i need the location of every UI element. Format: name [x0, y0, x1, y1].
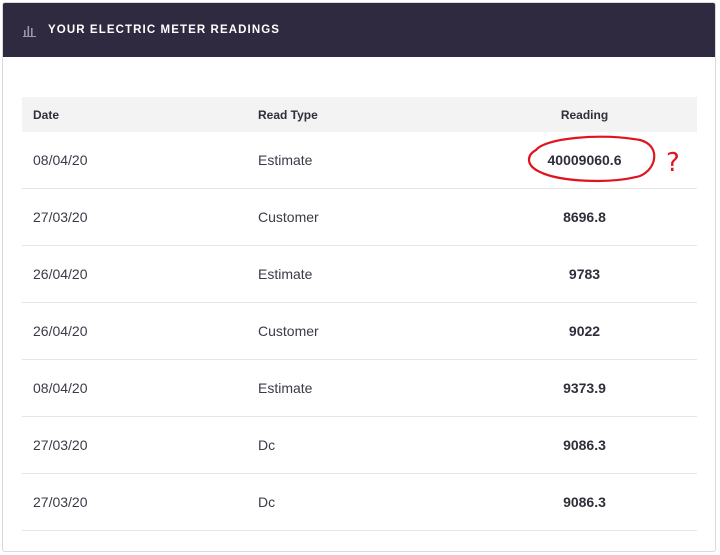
panel-title: YOUR ELECTRIC METER READINGS: [48, 24, 281, 36]
table-header: Date Read Type Reading: [22, 97, 697, 132]
cell-read-type: Estimate: [258, 266, 313, 282]
cell-read-type: Customer: [258, 323, 319, 339]
cell-date: 27/03/20: [33, 494, 88, 510]
table-row: 08/04/20 Estimate 40009060.6: [22, 132, 697, 189]
meter-readings-panel: YOUR ELECTRIC METER READINGS Date Read T…: [2, 2, 716, 552]
cell-reading: 40009060.6: [547, 152, 622, 168]
column-header-read-type: Read Type: [258, 107, 318, 122]
cell-date: 26/04/20: [33, 323, 88, 339]
cell-reading: 8696.8: [563, 209, 606, 225]
cell-reading: 9086.3: [563, 494, 606, 510]
table-row: 27/03/20 Dc 9086.3: [22, 474, 697, 531]
table-row: 27/03/20 Dc 9086.3: [22, 417, 697, 474]
column-header-date: Date: [33, 107, 60, 122]
cell-read-type: Customer: [258, 209, 319, 225]
table-row: 26/04/20 Customer 9022: [22, 303, 697, 360]
cell-reading: 9086.3: [563, 437, 606, 453]
cell-date: 27/03/20: [33, 437, 88, 453]
cell-date: 27/03/20: [33, 209, 88, 225]
table-row: 08/04/20 Estimate 9373.9: [22, 360, 697, 417]
column-header-reading: Reading: [560, 107, 609, 122]
cell-date: 08/04/20: [33, 152, 88, 168]
bar-chart-icon: [23, 23, 37, 37]
cell-date: 08/04/20: [33, 380, 88, 396]
cell-read-type: Dc: [258, 437, 276, 453]
cell-reading: 9783: [568, 266, 601, 282]
table-row: 27/03/20 Customer 8696.8: [22, 189, 697, 246]
cell-reading: 9022: [568, 323, 601, 339]
cell-read-type: Estimate: [258, 380, 313, 396]
cell-date: 26/04/20: [33, 266, 88, 282]
table-row: 26/04/20 Estimate 9783: [22, 246, 697, 303]
panel-header: YOUR ELECTRIC METER READINGS: [3, 3, 715, 57]
cell-read-type: Dc: [258, 494, 276, 510]
cell-read-type: Estimate: [258, 152, 313, 168]
readings-table: Date Read Type Reading 08/04/20 Estimate…: [22, 97, 697, 531]
cell-reading: 9373.9: [563, 380, 606, 396]
